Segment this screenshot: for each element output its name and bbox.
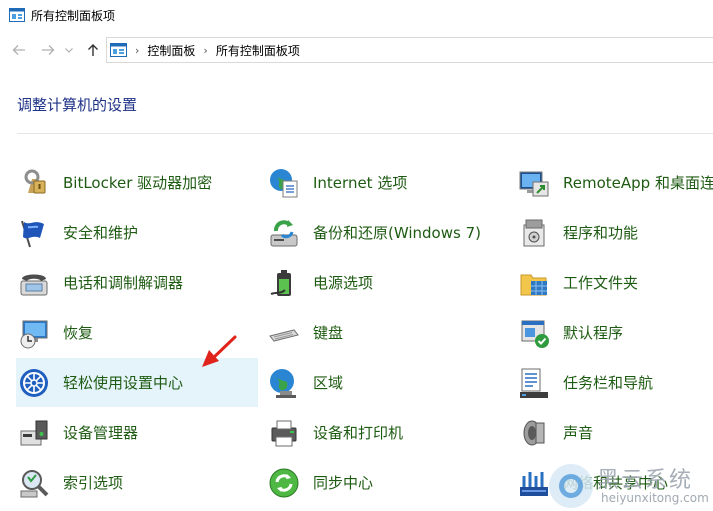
- cp-item-label: 设备管理器: [63, 424, 139, 442]
- sync-center-icon: [269, 468, 299, 497]
- cp-item-security-maintenance[interactable]: 安全和维护: [16, 208, 258, 257]
- region-globe-icon: [270, 368, 296, 398]
- cp-item-bitlocker[interactable]: BitLocker 驱动器加密: [16, 158, 258, 207]
- cp-item-remoteapp[interactable]: RemoteApp 和桌面连接: [516, 158, 713, 207]
- taskbar-navigation-icon: [520, 368, 548, 398]
- breadcrumb-all-items[interactable]: 所有控制面板项: [216, 42, 300, 59]
- watermark: 黑云系统 heiyunxitong.com: [545, 458, 713, 511]
- device-manager-icon: [20, 420, 48, 445]
- cp-item-taskbar-navigation[interactable]: 任务栏和导航: [516, 358, 713, 407]
- cp-item-label: 索引选项: [63, 474, 124, 492]
- cp-item-label: 恢复: [63, 324, 94, 342]
- cp-item-programs-features[interactable]: 程序和功能: [516, 208, 713, 257]
- cp-item-label: 同步中心: [313, 474, 374, 492]
- address-bar[interactable]: › 控制面板 › 所有控制面板项: [106, 37, 713, 63]
- up-button[interactable]: [84, 41, 102, 59]
- cp-item-sync-center[interactable]: 同步中心: [266, 458, 508, 507]
- cp-item-label: 声音: [563, 424, 594, 442]
- cp-item-power-options[interactable]: 电源选项: [266, 258, 508, 307]
- cp-item-label: 程序和功能: [563, 224, 639, 242]
- cp-item-backup-restore[interactable]: 备份和还原(Windows 7): [266, 208, 508, 257]
- title-bar: 所有控制面板项: [0, 0, 713, 30]
- watermark-url: heiyunxitong.com: [601, 491, 709, 505]
- cp-item-indexing-options[interactable]: 索引选项: [16, 458, 258, 507]
- programs-features-icon: [523, 219, 545, 246]
- work-folders-icon: [520, 274, 547, 295]
- cp-item-label: 默认程序: [563, 324, 624, 342]
- cp-item-label: 键盘: [313, 324, 344, 342]
- cp-item-default-programs[interactable]: 默认程序: [516, 308, 713, 357]
- phone-modem-icon: [20, 274, 48, 295]
- indexing-options-icon: [20, 469, 49, 497]
- cp-item-label: Internet 选项: [313, 174, 408, 192]
- forward-arrow-icon: [42, 45, 55, 55]
- recent-locations-button[interactable]: [63, 41, 75, 59]
- cp-item-label: 工作文件夹: [563, 274, 639, 292]
- cp-item-phone-modem[interactable]: 电话和调制解调器: [16, 258, 258, 307]
- watermark-logo-icon: [549, 464, 593, 508]
- cp-item-internet-options[interactable]: Internet 选项: [266, 158, 508, 207]
- cp-item-label: 电话和调制解调器: [63, 274, 184, 292]
- breadcrumb-separator[interactable]: ›: [203, 44, 207, 57]
- default-programs-icon: [521, 320, 549, 348]
- control-panel-icon: [110, 43, 127, 57]
- chevron-down-icon: [65, 47, 73, 53]
- internet-options-globe-icon: [270, 168, 298, 197]
- recovery-icon: [20, 320, 48, 348]
- cp-item-label: 设备和打印机: [313, 424, 404, 442]
- cp-item-work-folders[interactable]: 工作文件夹: [516, 258, 713, 307]
- devices-printers-icon: [271, 420, 297, 446]
- breadcrumb-separator[interactable]: ›: [135, 44, 139, 57]
- cp-item-region[interactable]: 区域: [266, 358, 508, 407]
- cp-item-label: 轻松使用设置中心: [63, 374, 184, 392]
- ease-of-access-icon: [20, 368, 48, 397]
- back-arrow-icon: [12, 45, 25, 55]
- breadcrumb-control-panel[interactable]: 控制面板: [147, 42, 195, 59]
- cp-item-label: 任务栏和导航: [563, 374, 654, 392]
- cp-item-sound[interactable]: 声音: [516, 408, 713, 457]
- cp-item-devices-printers[interactable]: 设备和打印机: [266, 408, 508, 457]
- watermark-title: 黑云系统: [597, 468, 694, 493]
- power-options-icon: [270, 269, 291, 296]
- remoteapp-icon: [519, 171, 549, 196]
- cp-item-label: 区域: [313, 374, 344, 392]
- security-flag-icon: [21, 220, 44, 247]
- keyboard-icon: [269, 328, 299, 342]
- cp-item-label: RemoteApp 和桌面连接: [563, 174, 713, 192]
- up-arrow-icon: [88, 44, 98, 56]
- cp-item-label: 电源选项: [313, 274, 374, 292]
- red-annotation-arrow: [202, 335, 237, 367]
- control-panel-icon: [9, 8, 25, 22]
- window-title: 所有控制面板项: [31, 8, 116, 23]
- back-button[interactable]: [10, 41, 28, 59]
- cp-item-label: BitLocker 驱动器加密: [63, 174, 213, 192]
- bitlocker-key-icon: [24, 169, 46, 193]
- navigation-bar: › 控制面板 › 所有控制面板项: [0, 33, 713, 67]
- cp-item-device-manager[interactable]: 设备管理器: [16, 408, 258, 457]
- page-heading: 调整计算机的设置: [17, 96, 138, 114]
- backup-restore-icon: [270, 219, 298, 246]
- sound-speaker-icon: [523, 420, 545, 445]
- forward-button[interactable]: [39, 41, 57, 59]
- cp-item-label: 备份和还原(Windows 7): [313, 224, 481, 242]
- cp-item-label: 安全和维护: [63, 224, 139, 242]
- divider: [17, 133, 713, 134]
- cp-item-keyboard[interactable]: 键盘: [266, 308, 508, 357]
